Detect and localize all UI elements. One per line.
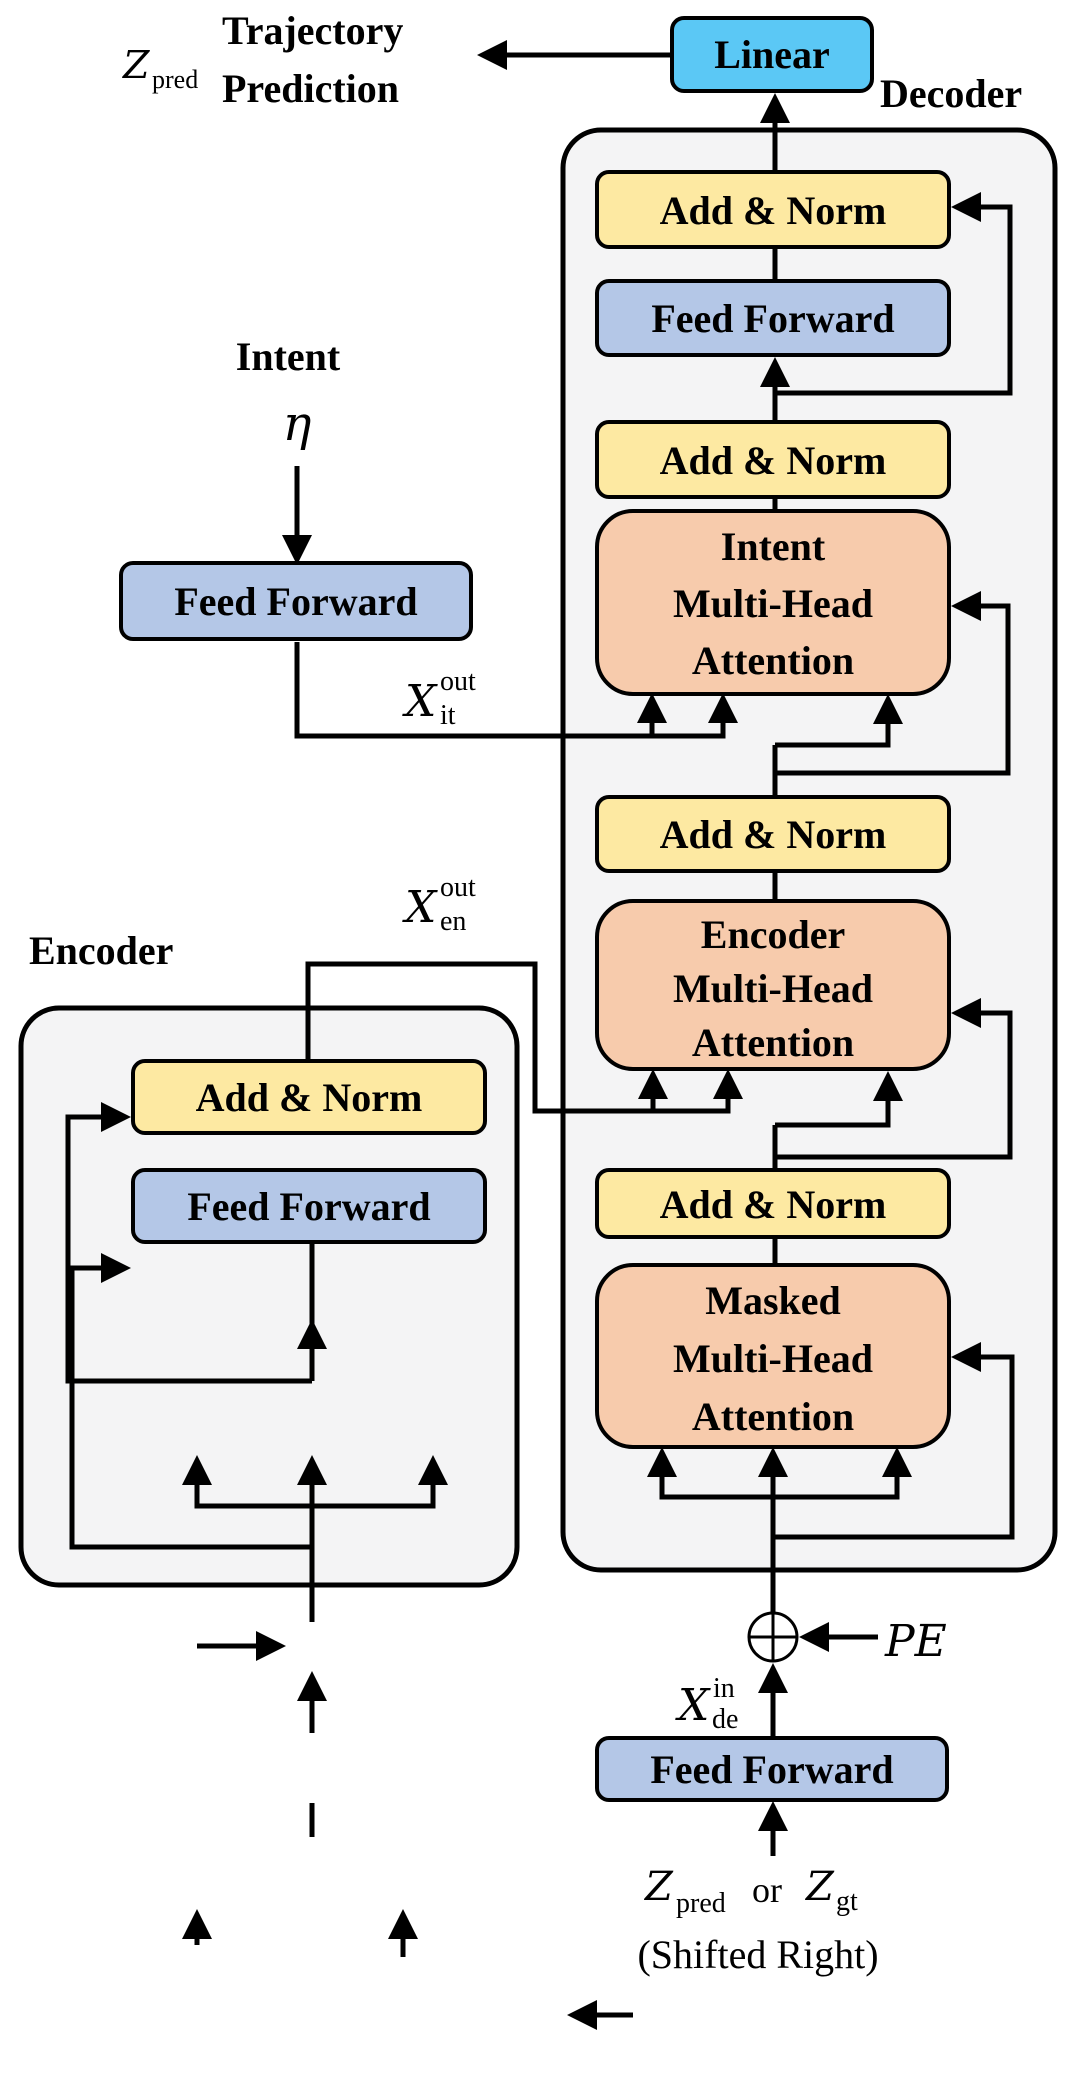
encoder-feed-forward-main: Feed Forward — [131, 1168, 487, 1244]
encoder-overlay: Feed Forward — [131, 1168, 487, 1244]
feed-forward-label: Feed Forward — [187, 1184, 430, 1229]
